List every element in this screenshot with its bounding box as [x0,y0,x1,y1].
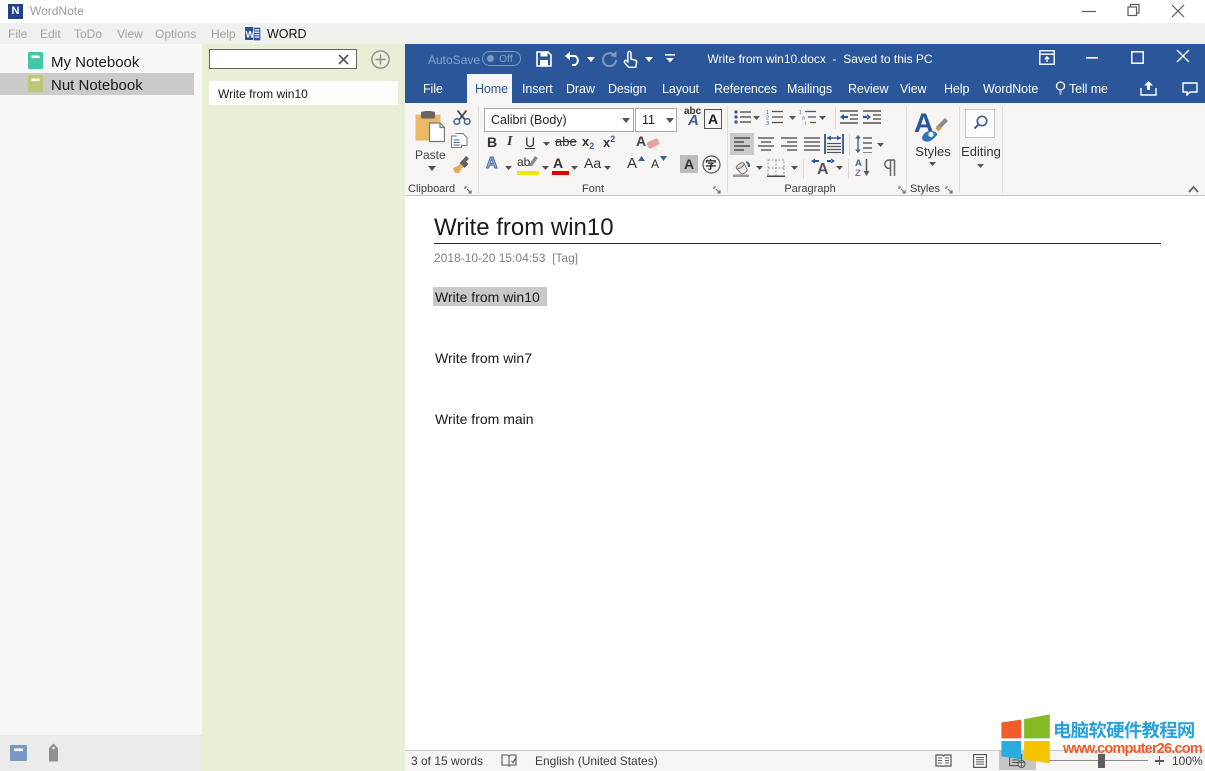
svg-text:Z: Z [855,168,861,178]
svg-text:A: A [817,161,829,177]
svg-text:W: W [246,30,255,41]
svg-text:3: 3 [766,121,769,126]
svg-text:i: i [805,121,806,125]
